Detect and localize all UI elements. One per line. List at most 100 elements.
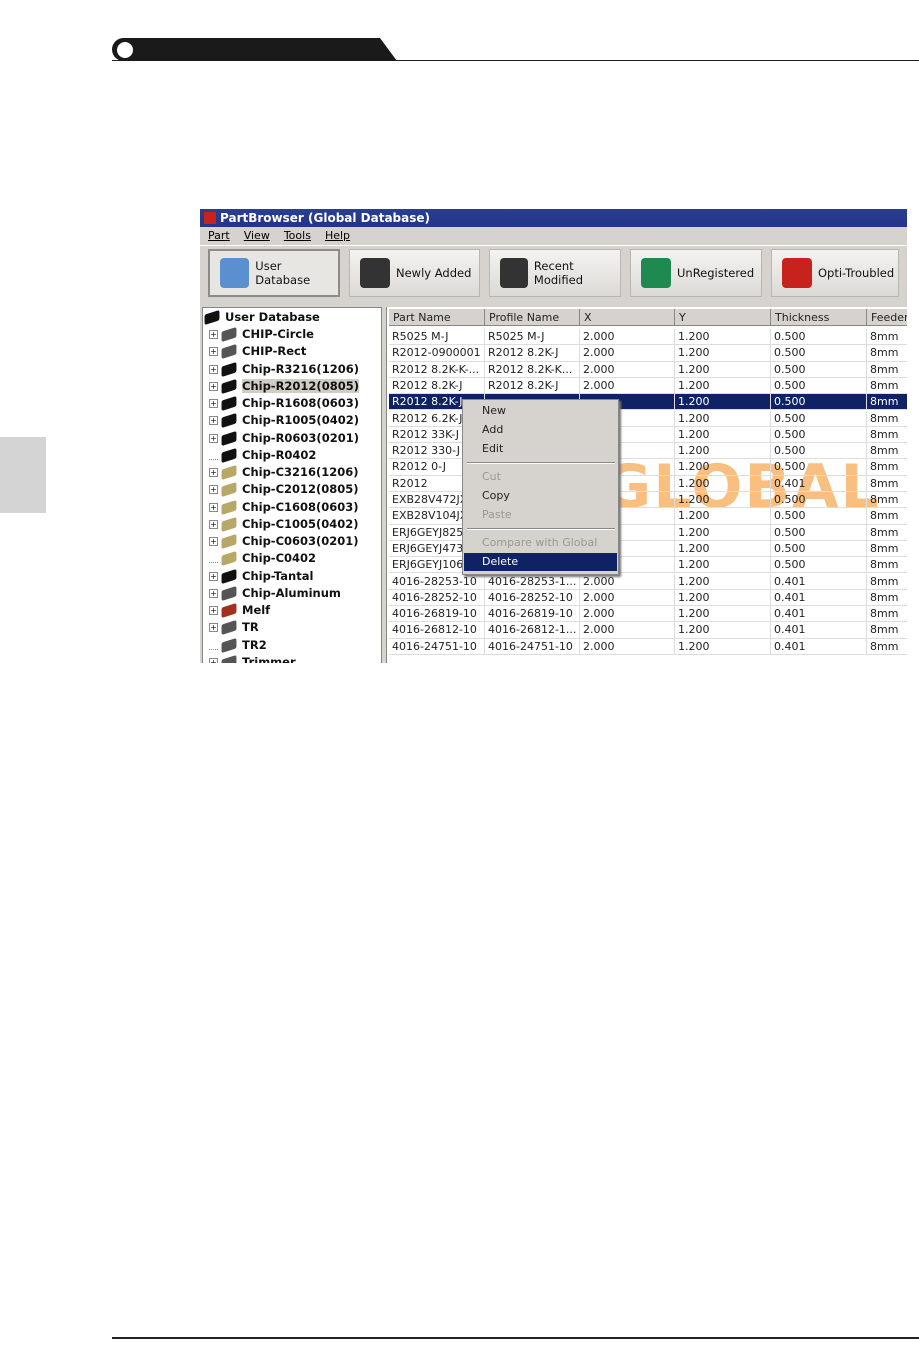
expand-icon[interactable]: + <box>209 657 218 663</box>
expand-icon[interactable]: + <box>209 347 218 357</box>
toolbar-button-recent-modified[interactable]: Recent Modified <box>489 249 621 297</box>
column-header-x[interactable]: X <box>580 309 675 326</box>
component-icon <box>221 654 237 663</box>
table-cell: 4016-26819-10 <box>485 606 580 623</box>
tree-item[interactable]: TR2 <box>209 637 267 654</box>
tree-item[interactable]: + Chip-R1608(0603) <box>209 395 359 412</box>
expand-icon[interactable]: + <box>209 399 218 408</box>
column-header-thickness[interactable]: Thickness <box>771 309 867 326</box>
column-header-y[interactable]: Y <box>675 309 771 326</box>
menu-tools[interactable]: Tools <box>284 229 311 242</box>
menu-item-copy[interactable]: Copy <box>464 487 617 505</box>
tree-item[interactable]: + Chip-C1608(0603) <box>209 499 359 516</box>
toolbar-button-opti-troubled[interactable]: Opti-Troubled <box>771 249 899 297</box>
tree-root[interactable]: User Database <box>204 309 320 326</box>
tree-item[interactable]: + Chip-R0603(0201) <box>209 430 359 447</box>
table-cell: 8mm <box>867 639 907 655</box>
table-row[interactable]: 4016-28253-10 4016-28253-1... 2.000 1.200 0.… <box>389 573 907 590</box>
table-row[interactable]: 4016-26812-10 4016-26812-1... 2.000 1.200 0.… <box>389 622 907 639</box>
expand-icon[interactable]: + <box>209 433 218 443</box>
table-row[interactable]: R2012 8.2K-K-... R2012 8.2K-K... 2.000 1.20… <box>389 361 907 378</box>
tree-item-label: Chip-R0402 <box>242 447 317 462</box>
table-cell: 0.500 <box>771 524 867 541</box>
component-icon <box>221 326 237 343</box>
menu-item-cut[interactable]: Cut <box>464 468 617 486</box>
menu-item-delete[interactable]: Delete <box>464 553 617 571</box>
toolbar-button-unregistered[interactable]: UnRegistered <box>630 249 762 297</box>
menu-view[interactable]: View <box>244 229 270 242</box>
tree-item[interactable]: + Melf <box>209 602 270 619</box>
tree-item[interactable]: + Chip-C1005(0402) <box>209 516 359 533</box>
expand-icon[interactable]: + <box>209 330 218 339</box>
menu-item-paste[interactable]: Paste <box>464 506 617 524</box>
menu-item-compare-with-global[interactable]: Compare with Global <box>464 534 617 552</box>
expand-icon[interactable]: + <box>209 606 218 615</box>
table-row[interactable]: R2012-0900001 R2012 8.2K-J 2.000 1.200 0.500… <box>389 345 907 362</box>
table-cell: 1.200 <box>675 589 771 606</box>
tree-item[interactable]: + Chip-R1005(0402) <box>209 412 359 429</box>
expand-icon[interactable]: + <box>209 588 218 598</box>
expand-icon[interactable]: + <box>209 364 218 374</box>
tree-item[interactable]: + Chip-C3216(1206) <box>209 464 359 481</box>
tree-item[interactable]: + CHIP-Circle <box>209 326 314 343</box>
tree-item-label: TR <box>242 620 259 635</box>
expand-icon[interactable]: + <box>209 571 218 581</box>
tree-item[interactable]: + TR <box>209 619 259 636</box>
expand-icon[interactable]: + <box>209 416 218 426</box>
tree-item[interactable]: Chip-R0402 <box>209 447 316 464</box>
menu-item-new[interactable]: New <box>464 402 617 420</box>
table-row[interactable]: R2012 8.2K-J R2012 8.2K-J 2.000 1.200 0.500 8… <box>389 377 907 395</box>
header-dot <box>117 42 133 58</box>
expand-icon[interactable]: + <box>209 519 218 529</box>
menu-help[interactable]: Help <box>325 229 350 242</box>
component-icon <box>221 516 237 532</box>
table-row[interactable]: 4016-28252-10 4016-28252-10 2.000 1.200 0.40… <box>389 589 907 607</box>
toolbar-button-user-database[interactable]: User Database <box>208 249 340 297</box>
table-cell: 4016-28252-10 <box>485 589 580 606</box>
tree-item[interactable]: + Chip-R2012(0805) <box>209 378 359 395</box>
table-cell: 0.500 <box>771 557 867 574</box>
table-cell: R2012 8.2K-K-... <box>389 361 485 378</box>
tree-item[interactable]: + Chip-R3216(1206) <box>209 361 359 378</box>
column-header-profile-name[interactable]: Profile Name <box>485 309 580 326</box>
table-cell: 1.200 <box>675 492 771 508</box>
table-cell: 8mm <box>867 508 907 524</box>
nozzle-error-icon <box>782 258 812 288</box>
part-tree[interactable]: User Database + CHIP-Circle + CHIP-Rect + Chip… <box>202 307 382 663</box>
expand-icon[interactable]: + <box>209 381 218 391</box>
menu-item-edit[interactable]: Edit <box>464 440 617 458</box>
table-row[interactable]: 4016-24751-10 4016-24751-10 2.000 1.200 0.40… <box>389 638 907 655</box>
table-cell: 2.000 <box>580 638 675 655</box>
table-cell: R5025 M-J <box>485 329 580 345</box>
expand-icon[interactable]: + <box>209 623 218 633</box>
column-header-part-name[interactable]: Part Name <box>389 309 485 326</box>
tree-item[interactable]: + Chip-Tantal <box>209 568 313 585</box>
table-cell: 0.401 <box>771 589 867 606</box>
menu-item-add[interactable]: Add <box>464 421 617 439</box>
table-cell: 1.200 <box>675 345 771 362</box>
tree-item[interactable]: Chip-C0402 <box>209 550 316 567</box>
table-row[interactable]: R5025 M-J R5025 M-J 2.000 1.200 0.500 8mm <box>389 329 907 346</box>
tree-item[interactable]: + Chip-C0603(0201) <box>209 533 359 550</box>
chip-plus-icon <box>360 258 390 288</box>
table-cell: 2.000 <box>580 361 675 378</box>
expand-icon[interactable]: + <box>209 468 218 477</box>
table-cell: 0.500 <box>771 394 867 411</box>
expand-icon[interactable]: + <box>209 502 218 512</box>
column-header-feeder[interactable]: Feeder <box>867 309 907 326</box>
toolbar-button-newly-added[interactable]: Newly Added <box>349 249 480 297</box>
tree-item[interactable]: + Chip-Aluminum <box>209 585 341 602</box>
tree-item[interactable]: + CHIP-Rect <box>209 343 306 360</box>
toolbar: User Database Newly Added Recent Modified U… <box>200 245 907 305</box>
tree-item[interactable]: + Trimmer <box>209 654 296 663</box>
table-cell: 0.401 <box>771 638 867 655</box>
table-cell: 1.200 <box>675 508 771 525</box>
table-row[interactable]: 4016-26819-10 4016-26819-10 2.000 1.200 0.40… <box>389 606 907 623</box>
menu-part[interactable]: Part <box>208 229 230 242</box>
title-bar: PartBrowser (Global Database) <box>200 209 907 227</box>
table-cell: 1.200 <box>675 329 771 345</box>
expand-icon[interactable]: + <box>209 485 218 495</box>
tree-item[interactable]: + Chip-C2012(0805) <box>209 481 359 498</box>
tree-item-label: CHIP-Circle <box>242 327 314 341</box>
expand-icon[interactable]: + <box>209 537 218 546</box>
